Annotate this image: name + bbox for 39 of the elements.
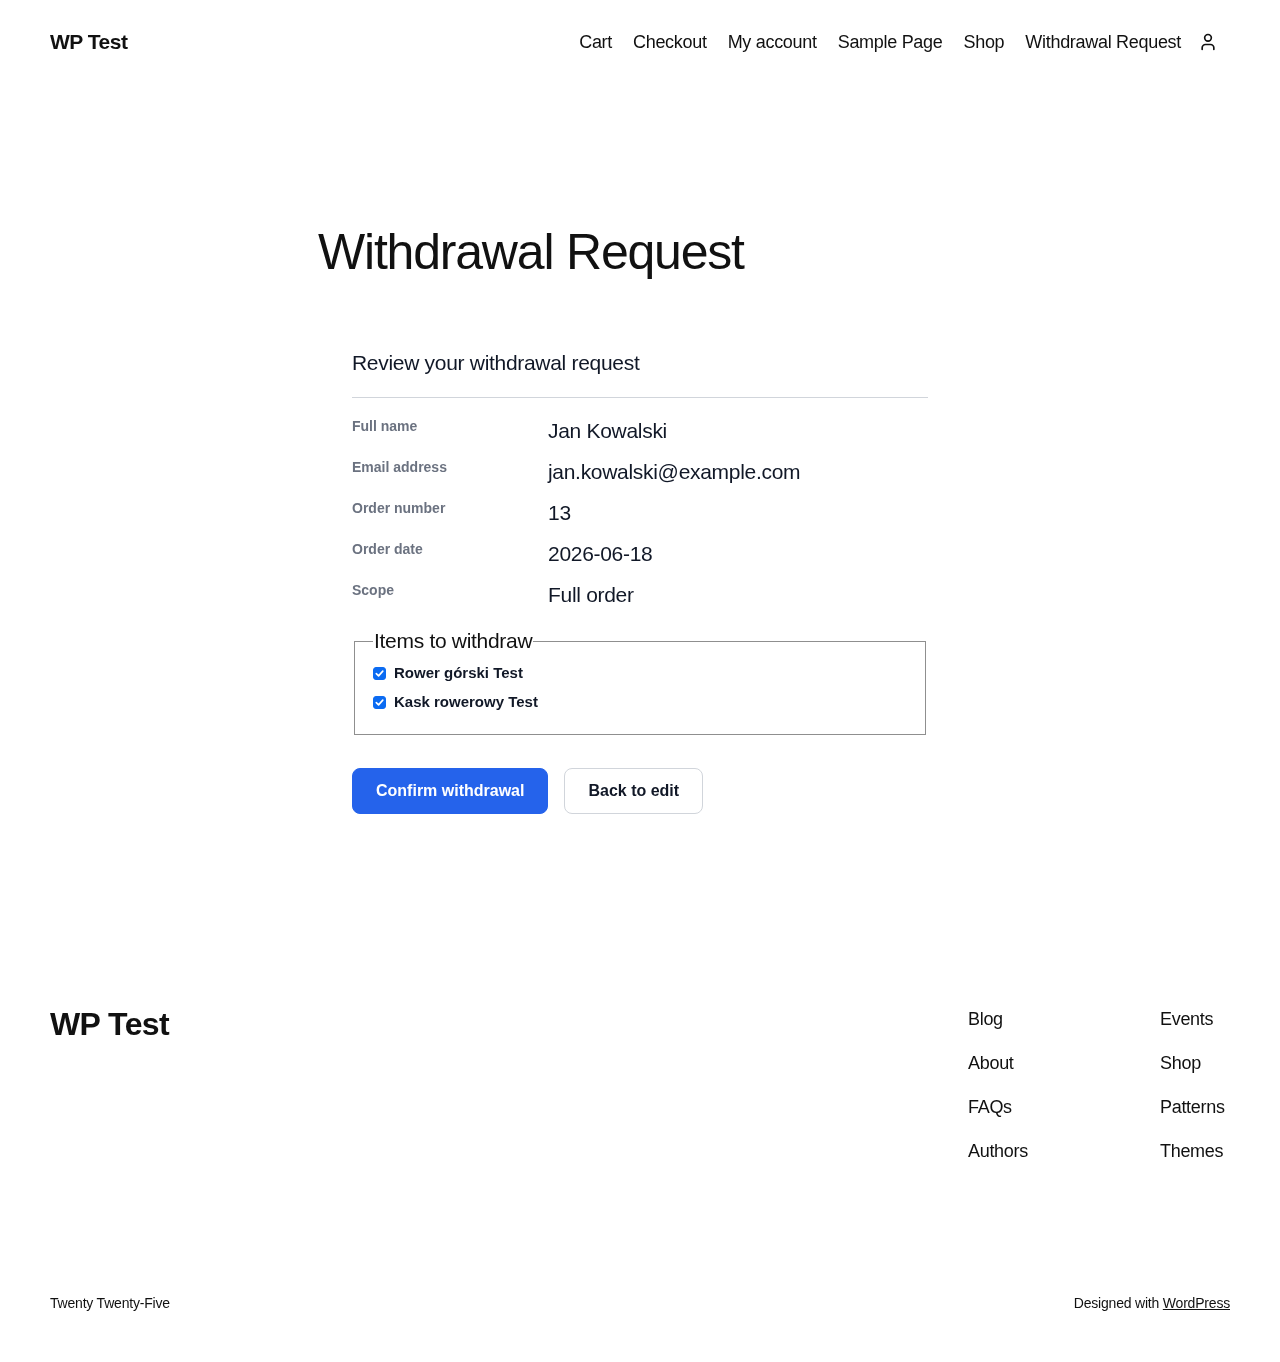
- footer-link[interactable]: About: [968, 1050, 1160, 1076]
- field-label: Order number: [352, 499, 447, 518]
- nav-link[interactable]: Withdrawal Request: [1025, 28, 1181, 56]
- footer-link[interactable]: Themes: [1160, 1138, 1230, 1164]
- field-label: Email address: [352, 458, 448, 477]
- footer-link[interactable]: Blog: [968, 1006, 1160, 1032]
- item-label: Kask rowerowy Test: [394, 691, 538, 712]
- checkbox[interactable]: [373, 695, 386, 709]
- site-title[interactable]: WP Test: [50, 26, 128, 58]
- footer-link[interactable]: Patterns: [1160, 1094, 1230, 1120]
- theme-credit: Twenty Twenty-Five: [50, 1294, 170, 1313]
- footer-site-title[interactable]: WP Test: [50, 1005, 170, 1043]
- nav-link[interactable]: Cart: [579, 28, 612, 56]
- nav-link[interactable]: Checkout: [633, 28, 707, 56]
- item-label: Rower górski Test: [394, 662, 523, 683]
- footer-link[interactable]: Events: [1160, 1006, 1230, 1032]
- nav-link[interactable]: My account: [727, 28, 817, 56]
- field-value: Jan Kowalski: [548, 418, 667, 444]
- nav-link[interactable]: Shop: [963, 28, 1005, 56]
- nav-link[interactable]: Sample Page: [837, 28, 943, 56]
- back-button[interactable]: Back to edit: [564, 768, 704, 814]
- field-label: Scope: [352, 581, 395, 600]
- field-label: Order date: [352, 540, 424, 559]
- field-value: 13: [548, 500, 571, 526]
- footer-link[interactable]: Shop: [1160, 1050, 1230, 1076]
- fieldset-legend: Items to withdraw: [373, 626, 534, 656]
- field-value: Full order: [548, 582, 634, 608]
- designed-with-text: Designed with WordPress: [1073, 1294, 1230, 1313]
- field-value: jan.kowalski@example.com: [548, 459, 801, 485]
- footer-link[interactable]: Authors: [968, 1138, 1160, 1164]
- field-value: 2026-06-18: [548, 541, 653, 567]
- wordpress-link[interactable]: WordPress: [1162, 1295, 1230, 1311]
- review-heading: Review your withdrawal request: [352, 348, 928, 398]
- footer-link[interactable]: FAQs: [968, 1094, 1160, 1120]
- checkbox[interactable]: [373, 666, 386, 680]
- field-label: Full name: [352, 417, 419, 436]
- confirm-button[interactable]: Confirm withdrawal: [352, 768, 549, 814]
- page-title: Withdrawal Request: [318, 223, 746, 282]
- user-icon[interactable]: [1198, 32, 1218, 52]
